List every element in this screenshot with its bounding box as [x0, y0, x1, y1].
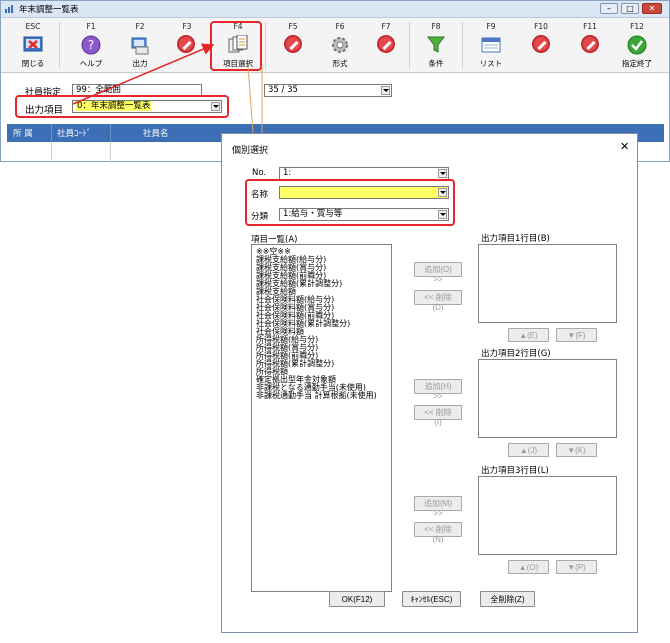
name-category-highlight-box — [245, 179, 455, 226]
row3-label: 出力項目3行目(L) — [481, 466, 549, 476]
cancel-button[interactable]: ｷｬﾝｾﾙ(ESC) — [402, 591, 461, 607]
row1-down-button[interactable]: ▼(F) — [556, 328, 597, 342]
add-row3-button[interactable]: 追加(M) >> — [414, 496, 462, 518]
row2-label: 出力項目2行目(G) — [481, 349, 551, 359]
list-item[interactable]: 非課税通勤手当 計算根拠(未使用) — [256, 392, 377, 400]
chevron-down-icon — [438, 169, 447, 178]
remove-row3-button[interactable]: << 削除(N) — [414, 522, 462, 544]
no-value: 1: — [283, 168, 292, 178]
remove-row2-button[interactable]: << 削除(I) — [414, 405, 462, 427]
row1-label: 出力項目1行目(B) — [481, 234, 550, 244]
row3-up-button[interactable]: ▲(O) — [508, 560, 549, 574]
no-label: No. — [252, 168, 267, 178]
row2-up-button[interactable]: ▲(J) — [508, 443, 549, 457]
row1-up-button[interactable]: ▲(E) — [508, 328, 549, 342]
ok-button[interactable]: OK(F12) — [329, 591, 385, 607]
remove-row1-button[interactable]: << 削除(D) — [414, 290, 462, 312]
row2-list[interactable] — [478, 359, 617, 438]
add-row2-button[interactable]: 追加(H) >> — [414, 379, 462, 401]
clear-all-button[interactable]: 全削除(Z) — [480, 591, 535, 607]
row2-down-button[interactable]: ▼(K) — [556, 443, 597, 457]
row3-list[interactable] — [478, 476, 617, 555]
add-row1-button[interactable]: 追加(O) >> — [414, 262, 462, 284]
close-icon[interactable]: ✕ — [620, 140, 629, 153]
item-select-dialog: 個別選択 ✕ No. 1: 名称 分類 1:給与・賞与等 項目一覧(A) ※※空… — [221, 133, 638, 633]
row3-down-button[interactable]: ▼(P) — [556, 560, 597, 574]
row1-list[interactable] — [478, 244, 617, 323]
item-list[interactable]: ※※空※※ 課税支給額(給与分) 課税支給額(賞与分) 課税支給額(前職分) 課… — [251, 244, 392, 592]
dialog-title: 個別選択 — [232, 146, 269, 156]
